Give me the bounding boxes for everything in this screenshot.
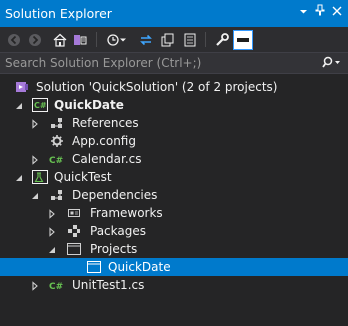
expanded-arrow-icon[interactable] (14, 172, 24, 182)
tree-item-packages[interactable]: Packages (0, 222, 348, 240)
frameworks-icon (66, 205, 82, 221)
toolbar-separator (96, 32, 97, 47)
collapsed-arrow-icon[interactable] (30, 154, 40, 165)
preview-selected-items-icon[interactable] (233, 30, 253, 50)
search-icon[interactable] (312, 55, 342, 71)
tree-item-dependencies[interactable]: Dependencies (0, 186, 348, 204)
window-position-dropdown-icon[interactable] (295, 4, 311, 22)
tree-item-label: QuickTest (54, 170, 112, 184)
tree-item-quickdate-reference[interactable]: QuickDate (0, 258, 348, 276)
tree-item-label: QuickDate (108, 260, 171, 274)
tree-item-calendar-cs[interactable]: C# Calendar.cs (0, 150, 348, 168)
tree-item-label: References (72, 116, 139, 130)
tree-item-label: Calendar.cs (72, 152, 142, 166)
tree-item-label: Frameworks (90, 206, 163, 220)
collapsed-arrow-icon[interactable] (47, 208, 57, 219)
packages-icon (66, 223, 82, 239)
tree-item-label: App.config (72, 134, 136, 148)
collapse-all-icon[interactable] (180, 30, 200, 50)
solution-icon (14, 79, 30, 95)
project-reference-icon (86, 259, 102, 275)
collapsed-arrow-icon[interactable] (30, 118, 40, 129)
svg-text:C#: C# (34, 101, 47, 110)
tree-item-project-quicktest[interactable]: QuickTest (0, 168, 348, 186)
tree-item-label: Dependencies (72, 188, 158, 202)
tree-item-project-quickdate[interactable]: C# QuickDate (0, 96, 348, 114)
csharp-file-icon: C# (49, 151, 65, 167)
solution-tree: Solution 'QuickSolution' (2 of 2 project… (0, 75, 348, 326)
window-title: Solution Explorer (5, 6, 112, 21)
dependencies-icon (49, 187, 65, 203)
svg-text:C#: C# (49, 156, 63, 166)
collapsed-arrow-icon[interactable] (47, 226, 57, 237)
home-icon[interactable] (50, 30, 70, 50)
pin-icon[interactable] (312, 4, 328, 22)
tree-item-frameworks[interactable]: Frameworks (0, 204, 348, 222)
properties-icon[interactable] (212, 30, 232, 50)
search-input[interactable] (0, 53, 310, 73)
collapsed-arrow-icon[interactable] (30, 280, 40, 291)
test-project-icon (32, 169, 48, 185)
sync-active-document-icon[interactable] (136, 30, 156, 50)
toolbar (0, 27, 348, 52)
tree-item-label: Solution 'QuickSolution' (2 of 2 project… (36, 80, 278, 94)
tree-item-solution[interactable]: Solution 'QuickSolution' (2 of 2 project… (0, 78, 348, 96)
tree-item-label: Projects (90, 242, 138, 256)
switch-views-icon[interactable] (70, 30, 90, 50)
tree-item-app-config[interactable]: App.config (0, 132, 348, 150)
tree-item-unittest1-cs[interactable]: C# UnitTest1.cs (0, 276, 348, 294)
toolbar-separator (205, 32, 206, 47)
expanded-arrow-icon[interactable] (30, 190, 40, 200)
filter-dropdown-icon[interactable] (118, 30, 128, 50)
expanded-arrow-icon[interactable] (14, 100, 24, 110)
svg-text:C#: C# (49, 282, 63, 292)
csharp-file-icon: C# (49, 277, 65, 293)
refresh-icon[interactable] (158, 30, 178, 50)
config-file-icon (49, 133, 65, 149)
forward-icon[interactable] (25, 30, 45, 50)
tree-item-label: Packages (90, 224, 146, 238)
tree-item-projects[interactable]: Projects (0, 240, 348, 258)
references-icon (49, 115, 65, 131)
expanded-arrow-icon[interactable] (47, 244, 57, 254)
tree-item-label: UnitTest1.cs (72, 278, 145, 292)
csharp-project-icon: C# (32, 97, 48, 113)
title-bar: Solution Explorer (0, 0, 348, 27)
search-box (0, 52, 348, 74)
back-icon[interactable] (4, 30, 24, 50)
projects-icon (66, 241, 82, 257)
tree-item-references[interactable]: References (0, 114, 348, 132)
tree-item-label: QuickDate (54, 98, 124, 112)
close-icon[interactable] (329, 4, 345, 22)
